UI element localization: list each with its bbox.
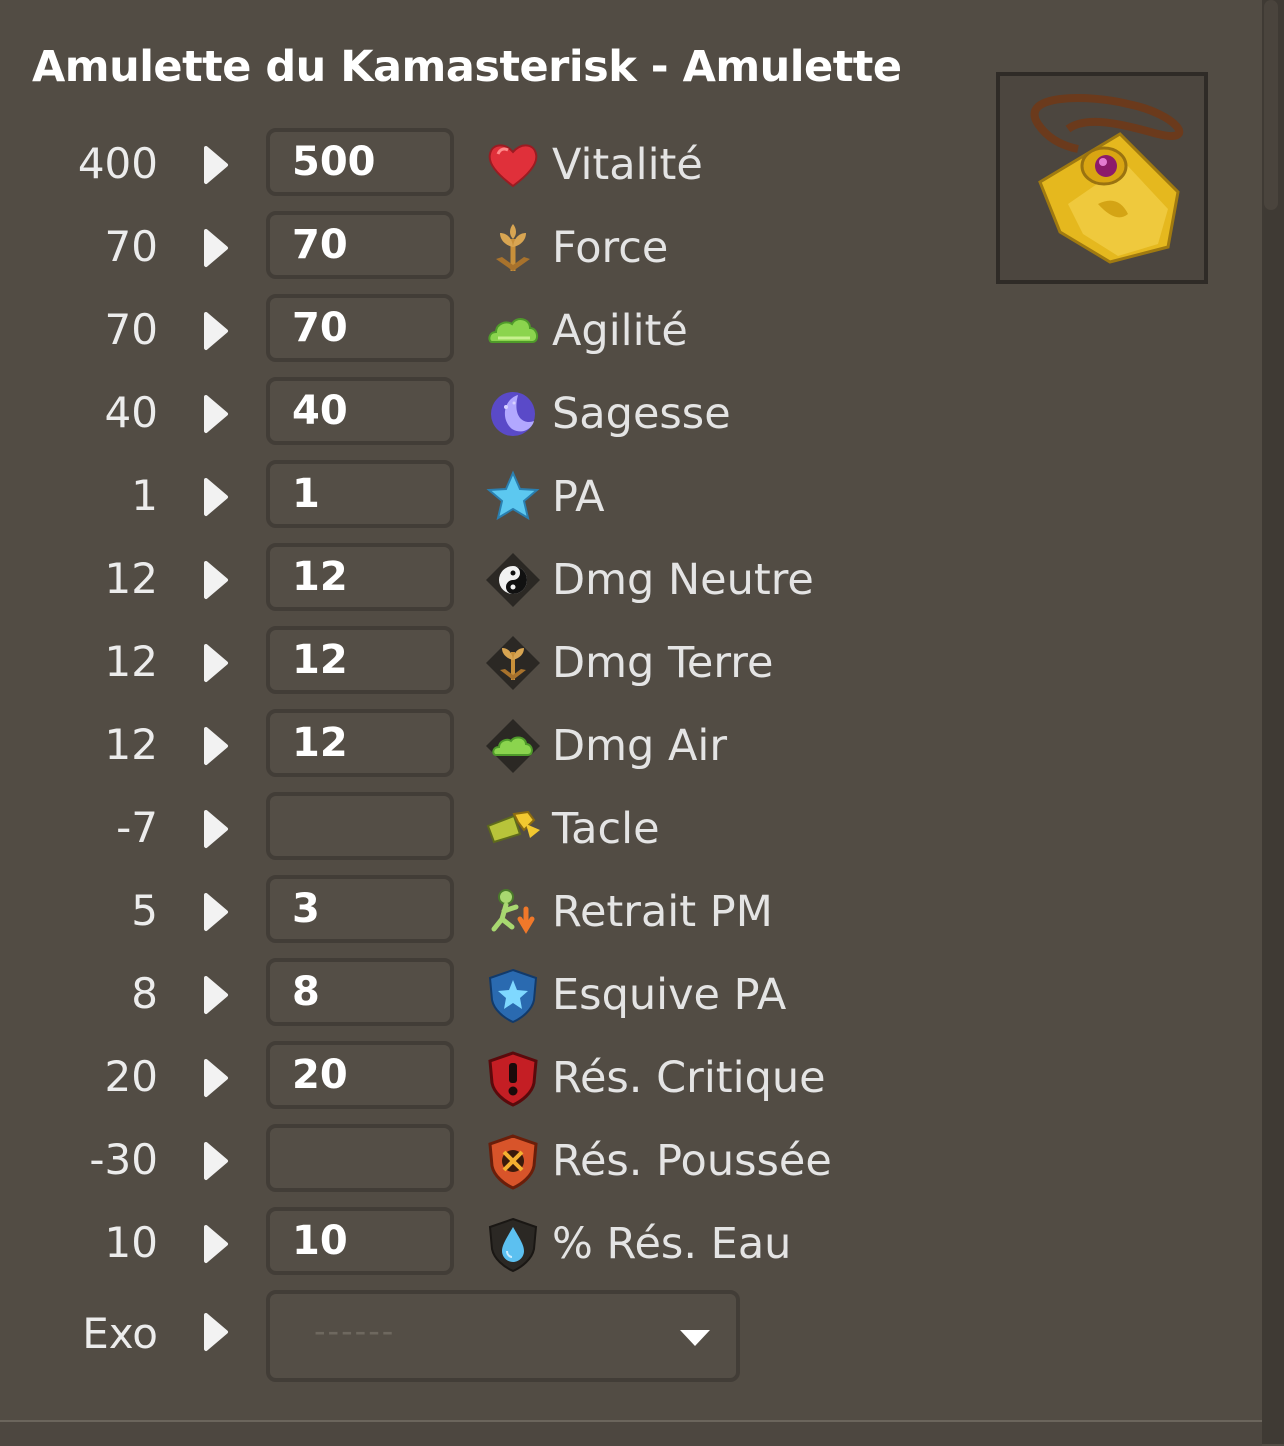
play-arrow-icon[interactable]	[202, 1058, 230, 1098]
play-arrow-icon[interactable]	[202, 1312, 230, 1352]
stat-row: -30 Rés. Poussée	[0, 1124, 900, 1196]
exo-label: Exo	[82, 1309, 158, 1358]
stat-label: Dmg Neutre	[552, 555, 814, 605]
stat-base-value: -30	[89, 1135, 158, 1184]
stat-base-value: 10	[104, 1218, 158, 1267]
scrollbar-thumb[interactable]	[1264, 0, 1278, 210]
play-arrow-icon[interactable]	[202, 892, 230, 932]
air-icon	[484, 302, 542, 360]
stat-input[interactable]: 70	[266, 294, 454, 362]
pushback-resistance-icon	[484, 1132, 542, 1190]
play-arrow-icon[interactable]	[202, 726, 230, 766]
stat-input[interactable]: 40	[266, 377, 454, 445]
play-arrow-icon[interactable]	[202, 1141, 230, 1181]
earth-icon	[484, 219, 542, 277]
stat-row: 70 70 Agilité	[0, 294, 900, 366]
play-arrow-icon[interactable]	[202, 311, 230, 351]
stat-label: Retrait PM	[552, 887, 773, 937]
play-arrow-icon[interactable]	[202, 809, 230, 849]
stat-label: Dmg Terre	[552, 638, 774, 688]
scrollbar[interactable]	[1262, 0, 1284, 1444]
item-image-frame	[996, 72, 1208, 284]
stat-input[interactable]: 20	[266, 1041, 454, 1109]
air-damage-icon	[484, 717, 542, 775]
stat-label: PA	[552, 472, 605, 522]
stat-row: 70 70 Force	[0, 211, 900, 283]
play-arrow-icon[interactable]	[202, 975, 230, 1015]
stat-row: 400 500 Vitalité	[0, 128, 900, 200]
water-resistance-icon	[484, 1215, 542, 1273]
stat-input[interactable]	[266, 1124, 454, 1192]
panel-divider	[0, 1420, 1262, 1446]
play-arrow-icon[interactable]	[202, 560, 230, 600]
stat-input[interactable]: 12	[266, 709, 454, 777]
stat-row: 12 12 Dmg Terre	[0, 626, 900, 698]
stat-label: % Rés. Eau	[552, 1219, 792, 1269]
stat-label: Force	[552, 223, 669, 273]
stat-input[interactable]: 12	[266, 626, 454, 694]
stat-input[interactable]: 70	[266, 211, 454, 279]
play-arrow-icon[interactable]	[202, 643, 230, 683]
stat-base-value: 70	[104, 305, 158, 354]
exo-row: Exo ------	[0, 1290, 900, 1382]
stat-row: 12 12 Dmg Neutre	[0, 543, 900, 615]
stat-label: Esquive PA	[552, 970, 787, 1020]
stat-label: Vitalité	[552, 140, 703, 190]
stat-label: Sagesse	[552, 389, 731, 439]
item-panel: Amulette du Kamasterisk - Amulette 400 50…	[0, 0, 1260, 1420]
stat-label: Rés. Poussée	[552, 1136, 832, 1186]
stat-input[interactable]: 8	[266, 958, 454, 1026]
tackle-icon	[484, 800, 542, 858]
stat-label: Agilité	[552, 306, 688, 356]
heart-icon	[484, 136, 542, 194]
exo-placeholder: ------	[314, 1312, 396, 1350]
stat-base-value: 70	[104, 222, 158, 271]
critical-resistance-icon	[484, 1049, 542, 1107]
play-arrow-icon[interactable]	[202, 477, 230, 517]
stat-input[interactable]: 500	[266, 128, 454, 196]
stat-row: 5 3 Retrait PM	[0, 875, 900, 947]
star-icon	[484, 468, 542, 526]
mp-reduction-icon	[484, 883, 542, 941]
stat-row: 40 40 Sagesse	[0, 377, 900, 449]
stat-row: 10 10 % Rés. Eau	[0, 1207, 900, 1279]
moon-icon	[484, 385, 542, 443]
stat-row: 12 12 Dmg Air	[0, 709, 900, 781]
stat-input[interactable]: 3	[266, 875, 454, 943]
stat-input[interactable]: 1	[266, 460, 454, 528]
item-title: Amulette du Kamasterisk - Amulette	[32, 42, 902, 92]
exo-select[interactable]: ------	[266, 1290, 740, 1382]
play-arrow-icon[interactable]	[202, 394, 230, 434]
earth-damage-icon	[484, 634, 542, 692]
yin-yang-icon	[484, 551, 542, 609]
stat-base-value: 8	[131, 969, 158, 1018]
stat-row: -7 Tacle	[0, 792, 900, 864]
stat-base-value: 12	[104, 720, 158, 769]
amulet-icon	[1030, 94, 1184, 264]
stat-input[interactable]	[266, 792, 454, 860]
stat-row: 20 20 Rés. Critique	[0, 1041, 900, 1113]
stat-row: 8 8 Esquive PA	[0, 958, 900, 1030]
stat-label: Rés. Critique	[552, 1053, 826, 1103]
play-arrow-icon[interactable]	[202, 228, 230, 268]
stat-row: 1 1 PA	[0, 460, 900, 532]
stat-base-value: 1	[131, 471, 158, 520]
stat-label: Tacle	[552, 804, 660, 854]
stat-input[interactable]: 12	[266, 543, 454, 611]
stat-base-value: 5	[131, 886, 158, 935]
play-arrow-icon[interactable]	[202, 1224, 230, 1264]
stat-base-value: 20	[104, 1052, 158, 1101]
ap-dodge-shield-icon	[484, 966, 542, 1024]
stat-label: Dmg Air	[552, 721, 728, 771]
stat-base-value: 40	[104, 388, 158, 437]
stat-base-value: 400	[77, 139, 158, 188]
stat-input[interactable]: 10	[266, 1207, 454, 1275]
chevron-down-icon	[680, 1330, 710, 1346]
stat-base-value: 12	[104, 637, 158, 686]
stat-base-value: 12	[104, 554, 158, 603]
play-arrow-icon[interactable]	[202, 145, 230, 185]
stat-base-value: -7	[116, 803, 158, 852]
